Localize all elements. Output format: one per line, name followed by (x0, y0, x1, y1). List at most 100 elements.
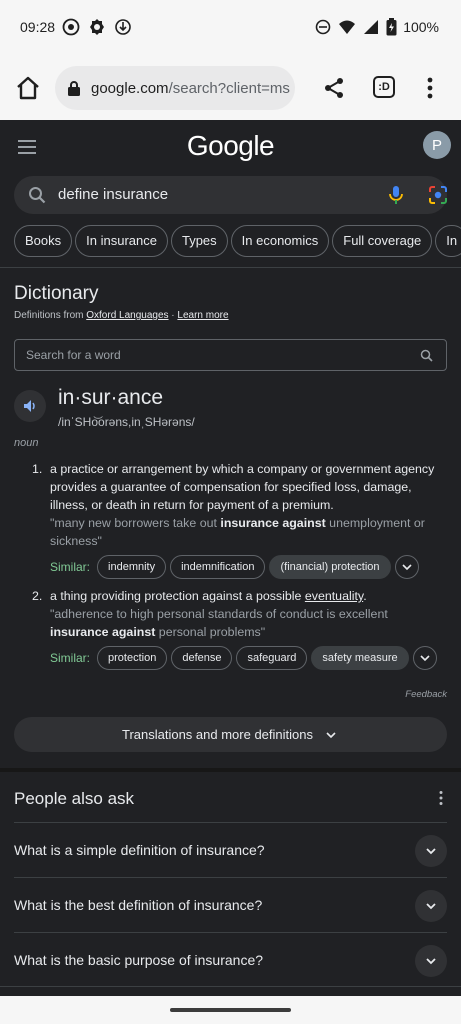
status-time: 09:28 (20, 19, 56, 35)
definition-example: "adherence to high personal standards of… (50, 605, 442, 641)
url-path: /search?client=ms (168, 79, 290, 97)
status-bar: 09:28 100% (0, 0, 461, 56)
people-also-ask-title: People also ask (14, 789, 135, 808)
lock-icon (68, 81, 80, 96)
question-text: What is the best definition of insurance… (14, 897, 263, 913)
synonym-chip[interactable]: indemnity (97, 555, 167, 579)
notification-icons (62, 18, 132, 36)
gear-notification-icon (90, 19, 104, 35)
dictionary-title: Dictionary (14, 283, 99, 304)
phonetic-spelling: /inˈSHo͝orəns,inˌSHərəns/ (58, 415, 195, 429)
paa-question[interactable]: What is a simple definition of insurance… (14, 822, 447, 877)
synonym-chip[interactable]: defense (171, 646, 233, 670)
chip-in[interactable]: In (435, 225, 461, 257)
chevron-down-icon (420, 655, 430, 662)
definition-number: 2. (32, 589, 43, 603)
search-results-page: Google P define insurance Books In insura… (0, 120, 461, 996)
search-input[interactable]: define insurance (14, 176, 447, 214)
synonym-chip[interactable]: safety measure (311, 646, 409, 670)
learn-more-link[interactable]: Learn more (177, 310, 228, 321)
filter-chips: Books In insurance Types In economics Full c… (14, 225, 461, 259)
speaker-icon (24, 400, 35, 412)
feedback-link[interactable]: Feedback (405, 689, 447, 700)
chevron-down-icon (426, 903, 436, 910)
google-lens-icon[interactable] (428, 185, 448, 205)
url-text: google.com/search?client=ms (91, 80, 290, 97)
synonym-chip[interactable]: indemnification (170, 555, 266, 579)
chip-types[interactable]: Types (170, 225, 228, 257)
signal-icon (364, 20, 379, 34)
microphone-icon[interactable] (386, 185, 406, 205)
system-status: 100% (314, 18, 439, 36)
synonym-chip[interactable]: protection (97, 646, 168, 670)
expand-question-button[interactable] (415, 945, 447, 977)
word-search-input[interactable]: Search for a word (14, 339, 447, 371)
divider (0, 267, 461, 268)
definition-number: 1. (32, 462, 43, 476)
chip-in-economics[interactable]: In economics (230, 225, 330, 257)
definition-text: a practice or arrangement by which a com… (50, 462, 435, 512)
similar-label: Similar: (50, 560, 91, 574)
synonym-chip[interactable]: (financial) protection (269, 555, 391, 579)
dictionary-source: Definitions from Oxford Languages · Lear… (14, 310, 229, 321)
expand-synonyms-button[interactable] (394, 555, 419, 579)
definition-text: a thing providing protection against a p… (50, 587, 442, 605)
address-bar[interactable]: google.com/search?client=ms (55, 66, 295, 110)
synonym-chip[interactable]: safeguard (236, 646, 308, 670)
example-text: personal problems" (155, 625, 266, 639)
google-logo[interactable]: Google (0, 130, 461, 162)
example-emphasis: insurance against (50, 625, 156, 639)
example-emphasis: insurance against (220, 516, 326, 530)
similar-label: Similar: (50, 651, 91, 665)
expand-question-button[interactable] (415, 835, 447, 867)
search-icon[interactable] (420, 349, 433, 362)
navigation-bar (0, 996, 461, 1024)
translations-label: Translations and more definitions (121, 727, 313, 742)
definition-example: "many new borrowers take out insurance a… (50, 514, 442, 550)
example-text: "adherence to high personal standards of… (50, 607, 388, 621)
app-notification-icon (62, 18, 80, 36)
search-query-text: define insurance (58, 186, 169, 203)
similar-words-1: Similar: indemnity indemnification (fina… (50, 554, 419, 580)
example-text: "many new borrowers take out (50, 516, 221, 530)
chevron-down-icon (326, 731, 336, 738)
headword: in·sur·ance (58, 386, 164, 409)
tab-switcher-button[interactable]: :D (373, 76, 395, 98)
part-of-speech: noun (14, 437, 39, 449)
chip-books[interactable]: Books (14, 225, 73, 257)
download-notification-icon (115, 19, 131, 35)
section-divider (0, 768, 461, 772)
definition-text-part: a thing providing protection against a p… (50, 589, 305, 603)
overflow-menu-icon[interactable] (420, 76, 440, 100)
google-header: Google P (0, 120, 461, 174)
question-text: What is a simple definition of insurance… (14, 842, 265, 858)
battery-percent: 100% (403, 19, 439, 35)
search-icon (29, 187, 46, 204)
oxford-languages-link[interactable]: Oxford Languages (86, 310, 168, 321)
share-icon[interactable] (322, 76, 346, 100)
battery-icon (386, 18, 397, 36)
url-domain: google.com (91, 79, 169, 97)
word-search-placeholder: Search for a word (26, 348, 121, 362)
similar-words-2: Similar: protection defense safeguard sa… (50, 645, 437, 671)
chevron-down-icon (426, 958, 436, 965)
home-icon[interactable] (14, 74, 42, 102)
browser-toolbar: google.com/search?client=ms :D (0, 56, 461, 120)
eventuality-link[interactable]: eventuality (305, 589, 363, 603)
chip-in-insurance[interactable]: In insurance (75, 225, 168, 257)
definition-text-part: . (363, 589, 367, 603)
expand-synonyms-button[interactable] (412, 646, 437, 670)
question-text: What is the basic purpose of insurance? (14, 952, 264, 968)
gesture-handle[interactable] (170, 1008, 291, 1012)
paa-question[interactable]: What is the basic purpose of insurance? (14, 932, 447, 987)
chip-full-coverage[interactable]: Full coverage (332, 225, 433, 257)
dnd-icon (315, 19, 331, 35)
expand-question-button[interactable] (415, 890, 447, 922)
more-options-icon[interactable] (438, 790, 444, 806)
translations-button[interactable]: Translations and more definitions (14, 717, 447, 752)
divider (0, 986, 461, 987)
avatar[interactable]: P (423, 131, 451, 159)
pronunciation-button[interactable] (14, 390, 46, 422)
paa-question[interactable]: What is the best definition of insurance… (14, 877, 447, 932)
source-prefix: Definitions from (14, 310, 87, 321)
